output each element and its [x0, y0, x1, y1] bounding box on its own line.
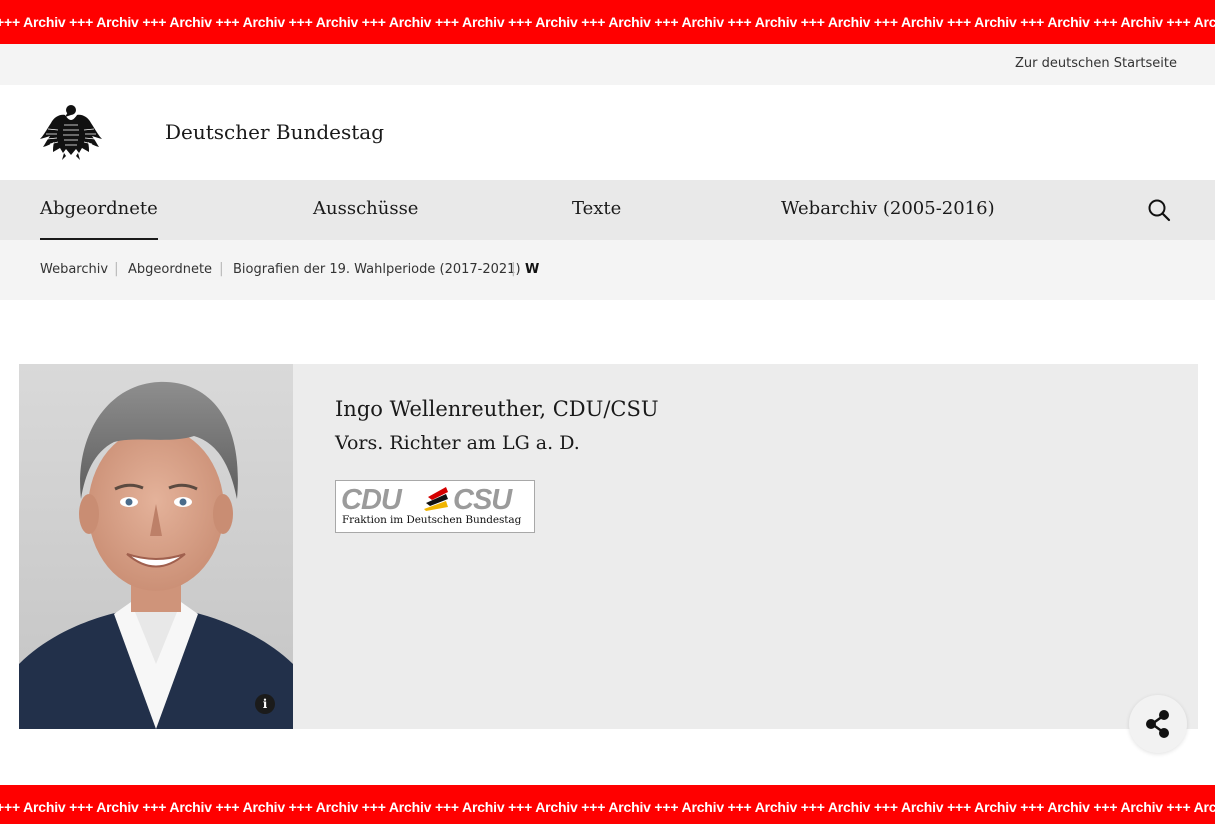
nav-item-abgeordnete[interactable]: Abgeordnete [40, 180, 158, 240]
logo-caption: Fraktion im Deutschen Bundestag [342, 514, 522, 526]
logo-text-cdu: CDU [341, 484, 403, 513]
search-icon[interactable] [1147, 198, 1171, 222]
person-title: Vors. Richter am LG a. D. [335, 432, 580, 454]
portrait-image [19, 364, 293, 729]
share-icon [1146, 710, 1169, 738]
breadcrumb-item-webarchiv[interactable]: Webarchiv [40, 262, 108, 277]
breadcrumb-item-biografien[interactable]: Biografien der 19. Wahlperiode (2017-202… [233, 262, 521, 277]
breadcrumb: Webarchiv | Abgeordnete | Biografien der… [0, 240, 1215, 300]
brand-header: Deutscher Bundestag [0, 85, 1215, 180]
nav-item-ausschuesse[interactable]: Ausschüsse [313, 180, 418, 240]
nav-item-webarchiv[interactable]: Webarchiv (2005-2016) [781, 180, 995, 240]
breadcrumb-current: W [525, 262, 540, 277]
party-logo[interactable]: CDU CSU Fraktion im Deutschen Bundestag [335, 480, 535, 533]
person-name: Ingo Wellenreuther, CDU/CSU [335, 397, 659, 421]
bundesadler-icon[interactable] [38, 103, 104, 161]
archive-banner-text: +++ Archiv +++ Archiv +++ Archiv +++ Arc… [0, 799, 1215, 815]
logo-text-csu: CSU [453, 484, 513, 513]
breadcrumb-separator: | [511, 261, 516, 277]
archive-banner-text: +++ Archiv +++ Archiv +++ Archiv +++ Arc… [0, 14, 1215, 30]
breadcrumb-item-abgeordnete[interactable]: Abgeordnete [128, 262, 212, 277]
share-button[interactable] [1129, 695, 1187, 753]
portrait-photo[interactable]: i [19, 364, 293, 729]
brand-name[interactable]: Deutscher Bundestag [165, 120, 384, 144]
image-info-button[interactable]: i [255, 694, 275, 714]
home-link[interactable]: Zur deutschen Startseite [1015, 56, 1177, 71]
nav-item-texte[interactable]: Texte [572, 180, 621, 240]
profile-card: i Ingo Wellenreuther, CDU/CSU Vors. Rich… [19, 364, 1198, 729]
cdu-csu-logo-mark: CDU CSU [341, 484, 514, 513]
main-navigation: Abgeordnete Ausschüsse Texte Webarchiv (… [0, 180, 1215, 240]
archive-banner-top: +++ Archiv +++ Archiv +++ Archiv +++ Arc… [0, 0, 1215, 44]
breadcrumb-separator: | [219, 261, 224, 277]
archive-banner-bottom: +++ Archiv +++ Archiv +++ Archiv +++ Arc… [0, 785, 1215, 824]
utility-bar: Zur deutschen Startseite [0, 44, 1215, 85]
breadcrumb-separator: | [114, 261, 119, 277]
